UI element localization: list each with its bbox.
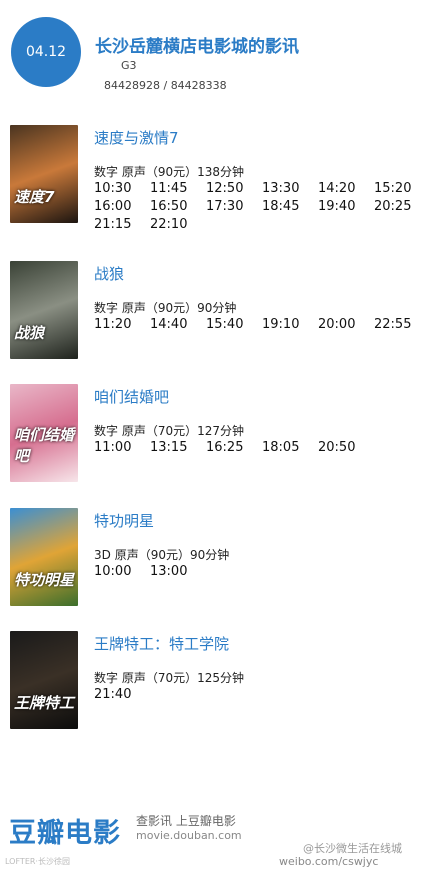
poster-title-art: 速度7 [14, 188, 55, 206]
poster-title-art: 咱们结婚吧 [14, 426, 75, 465]
poster-image [10, 508, 78, 606]
showtime[interactable]: 22:10 [150, 217, 206, 233]
movie-poster[interactable]: 战狼 [10, 261, 78, 359]
movie-poster[interactable]: 速度7 [10, 125, 78, 223]
movie-poster[interactable]: 特功明星 [10, 508, 78, 606]
showtime-list: 11:00 13:15 16:25 18:05 20:50 [94, 440, 434, 456]
movie-format-price-duration: 数字 原声（70元）125分钟 [94, 671, 244, 685]
douban-movie-logo[interactable]: 豆瓣电影 [9, 811, 121, 850]
movie-title[interactable]: 特功明星 [94, 510, 154, 531]
movie-title[interactable]: 王牌特工：特工学院 [94, 633, 229, 654]
movie-poster[interactable]: 王牌特工 [10, 631, 78, 729]
showtime[interactable]: 13:15 [150, 440, 206, 456]
showtime[interactable]: 19:10 [262, 317, 318, 333]
showtime-list: 21:40 [94, 687, 434, 703]
poster-image [10, 631, 78, 729]
date-text: 04.12 [25, 44, 67, 60]
showtime[interactable]: 20:25 [374, 199, 430, 215]
showtime[interactable]: 19:40 [318, 199, 374, 215]
showtime[interactable]: 13:00 [150, 564, 206, 580]
showtime-list: 10:00 13:00 [94, 564, 434, 580]
movie-title[interactable]: 战狼 [94, 263, 124, 284]
footer-slogan: 查影讯 上豆瓣电影 [136, 814, 236, 828]
movie-format-price-duration: 数字 原声（90元）138分钟 [94, 165, 244, 179]
cinema-address: G3 [121, 59, 137, 72]
showtime[interactable]: 21:15 [94, 217, 150, 233]
movie-poster[interactable]: 咱们结婚吧 [10, 384, 78, 482]
showtime[interactable]: 20:50 [318, 440, 374, 456]
showtime[interactable]: 18:05 [262, 440, 318, 456]
date-badge: 04.12 [11, 17, 81, 87]
showtime[interactable]: 14:20 [318, 181, 374, 197]
showtime[interactable]: 16:50 [150, 199, 206, 215]
poster-title-art: 王牌特工 [14, 694, 75, 712]
showtime[interactable]: 22:55 [374, 317, 430, 333]
showtime-list: 11:20 14:40 15:40 19:10 20:00 22:55 [94, 317, 434, 333]
showtime[interactable]: 11:20 [94, 317, 150, 333]
movie-title[interactable]: 速度与激情7 [94, 127, 179, 148]
showtime[interactable]: 16:25 [206, 440, 262, 456]
showtime-list: 10:30 11:45 12:50 13:30 14:20 15:20 16:00 16:50… [94, 181, 434, 233]
watermark-weibo-url: weibo.com/cswjyc [279, 855, 379, 868]
showtime[interactable]: 17:30 [206, 199, 262, 215]
showtime[interactable]: 20:00 [318, 317, 374, 333]
showtime[interactable]: 15:40 [206, 317, 262, 333]
watermark-weibo-account: @长沙微生活在线城 [303, 842, 402, 855]
showtime[interactable]: 11:45 [150, 181, 206, 197]
movie-format-price-duration: 3D 原声（90元）90分钟 [94, 548, 230, 562]
poster-image [10, 261, 78, 359]
movie-format-price-duration: 数字 原声（70元）127分钟 [94, 424, 244, 438]
movie-format-price-duration: 数字 原声（90元）90分钟 [94, 301, 237, 315]
showtime[interactable]: 11:00 [94, 440, 150, 456]
cinema-name: 长沙岳麓横店电影城的影讯 [95, 37, 299, 57]
showtime[interactable]: 21:40 [94, 687, 150, 703]
showtime[interactable]: 13:30 [262, 181, 318, 197]
poster-image [10, 125, 78, 223]
showtime[interactable]: 14:40 [150, 317, 206, 333]
showtime[interactable]: 18:45 [262, 199, 318, 215]
watermark-left: LOFTER·长沙徐园 [5, 857, 70, 866]
showtime[interactable]: 10:00 [94, 564, 150, 580]
footer-url[interactable]: movie.douban.com [136, 829, 242, 842]
showtime[interactable]: 16:00 [94, 199, 150, 215]
showtime[interactable]: 15:20 [374, 181, 430, 197]
poster-title-art: 战狼 [14, 324, 45, 342]
poster-title-art: 特功明星 [14, 571, 75, 589]
movie-title[interactable]: 咱们结婚吧 [94, 386, 169, 407]
showtime[interactable]: 12:50 [206, 181, 262, 197]
showtime[interactable]: 10:30 [94, 181, 150, 197]
cinema-phone: 84428928 / 84428338 [104, 79, 227, 92]
